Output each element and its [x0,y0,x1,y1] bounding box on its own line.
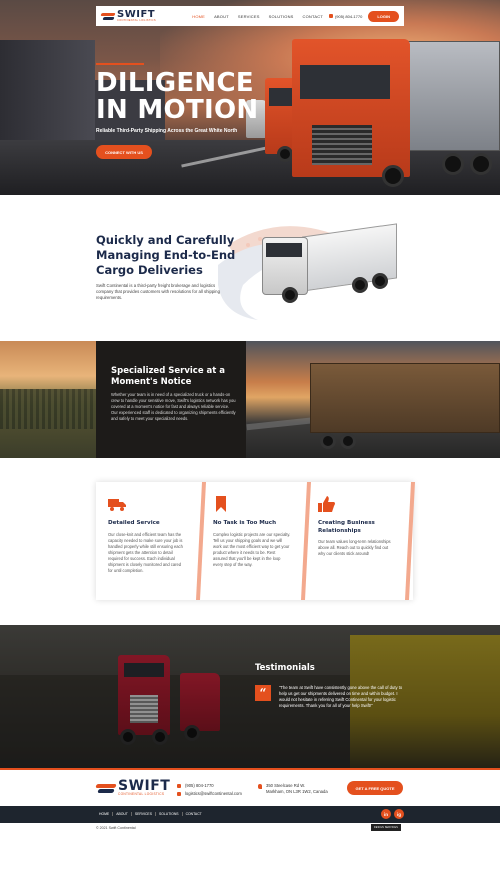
truck-grille [312,125,372,165]
service-item: Detailed Service Our close-knit and effi… [96,482,200,600]
footer-contact: (905) 804-1770 logistics@swiftcontinenta… [177,782,242,798]
nav-phone[interactable]: (905) 804-1770 [328,13,363,19]
linkedin-icon[interactable]: in [381,809,391,819]
swift-logo-icon [96,781,116,795]
hero-section: SWIFT CONTINENTAL LOGISTICS HOME ABOUT S… [0,0,500,195]
hero-truck-main [292,35,500,195]
footer-brand-name: SWIFT [118,778,171,795]
nav-link-services[interactable]: SERVICES [238,14,260,19]
quote-icon: “ [255,685,271,701]
about-body: Swift Continental is a third-party freig… [96,283,220,300]
nav-link-solutions[interactable]: SOLUTIONS [269,14,294,19]
service-title: Detailed Service [108,520,160,526]
tree-line [0,389,96,429]
footer-address: 350 Steelcase Rd W. Markham, ON L3R 1W2,… [258,783,328,795]
swift-logo-icon [101,11,115,21]
connect-button[interactable]: CONNECT WITH US [96,145,152,159]
brand-subtitle: CONTINENTAL LOGISTICS [117,18,156,22]
hero-tagline: Reliable Third-Party Shipping Across the… [96,128,238,134]
about-section: Quickly and Carefully Managing End-to-En… [0,195,500,341]
phone-icon [328,14,333,18]
hero-title: DILIGENCE IN MOTION [96,68,259,125]
service-body: Our team values long-term relationships … [318,539,391,556]
service-item: No Task is Too Much Complex logistic pro… [201,482,305,600]
testimonials-heading: Testimonials [255,663,315,673]
top-navigation: SWIFT CONTINENTAL LOGISTICS HOME ABOUT S… [96,6,404,26]
dark-overlay [0,625,500,768]
footer-email[interactable]: logistics@swiftcontinental.com [177,790,242,798]
services-section: Detailed Service Our close-knit and effi… [0,458,500,625]
about-heading: Quickly and Carefully Managing End-to-En… [96,233,236,277]
service-title: Creating Business Relationships [318,520,375,534]
specialized-body: Whether your team is in need of a specia… [111,392,236,421]
warehouse-building [0,40,95,150]
login-button[interactable]: LOGIN [368,10,399,22]
testimonials-section: Testimonials “ "The team at Swift have c… [0,625,500,768]
service-body: Complex logistic projects are our specia… [213,532,291,567]
footer-link-home[interactable]: HOME [99,812,112,816]
service-item: Creating Business Relationships Our team… [306,482,410,600]
brand-logo[interactable]: SWIFT CONTINENTAL LOGISTICS [101,8,156,24]
copyright-text: © 2021 Swift Continental [96,826,136,830]
email-icon [177,792,181,796]
design-badge[interactable]: DESIGN SERVICES [371,824,401,831]
location-pin-icon [258,784,262,789]
container-truck [300,363,500,451]
footer-nav-links: HOME ABOUT SERVICES SOLUTIONS CONTACT [99,812,205,816]
testimonial-quote: "The team at Swift have consistently gon… [279,685,403,708]
truck-icon [108,499,126,511]
footer-phone[interactable]: (905) 804-1770 [177,782,242,790]
nav-link-about[interactable]: ABOUT [214,14,229,19]
footer-link-contact[interactable]: CONTACT [181,812,205,816]
footer-link-solutions[interactable]: SOLUTIONS [154,812,182,816]
service-body: Our close-knit and efficient team has th… [108,532,183,573]
divider-slash [405,482,415,600]
footer-link-about[interactable]: ABOUT [112,812,131,816]
nav-links: HOME ABOUT SERVICES SOLUTIONS CONTACT [192,14,323,19]
footer-top: SWIFT CONTINENTAL LOGISTICS (905) 804-17… [0,768,500,806]
instagram-icon[interactable]: ig [394,809,404,819]
bookmark-icon [216,496,226,512]
footer-logo[interactable]: SWIFT CONTINENTAL LOGISTICS [96,778,171,797]
thumbs-up-icon [318,496,335,512]
specialized-section: Specialized Service at a Moment's Notice… [0,341,500,458]
free-quote-button[interactable]: GET A FREE QUOTE [347,781,403,795]
nav-link-home[interactable]: HOME [192,14,205,19]
footer-brand-subtitle: CONTINENTAL LOGISTICS [118,792,165,797]
footer-link-services[interactable]: SERVICES [130,812,155,816]
service-title: No Task is Too Much [213,520,277,526]
sunset-field-image [0,341,96,458]
nav-link-contact[interactable]: CONTACT [303,14,323,19]
specialized-heading: Specialized Service at a Moment's Notice [111,366,226,387]
phone-icon [177,784,181,788]
hero-accent-rule [96,63,144,65]
footer-nav: HOME ABOUT SERVICES SOLUTIONS CONTACT in… [0,806,500,823]
nav-phone-number: (905) 804-1770 [334,13,363,19]
page: SWIFT CONTINENTAL LOGISTICS HOME ABOUT S… [0,0,500,882]
services-card: Detailed Service Our close-knit and effi… [96,482,415,600]
white-truck-image [262,223,397,310]
address-line-2: Markham, ON L3R 1W2, Canada [266,789,328,794]
